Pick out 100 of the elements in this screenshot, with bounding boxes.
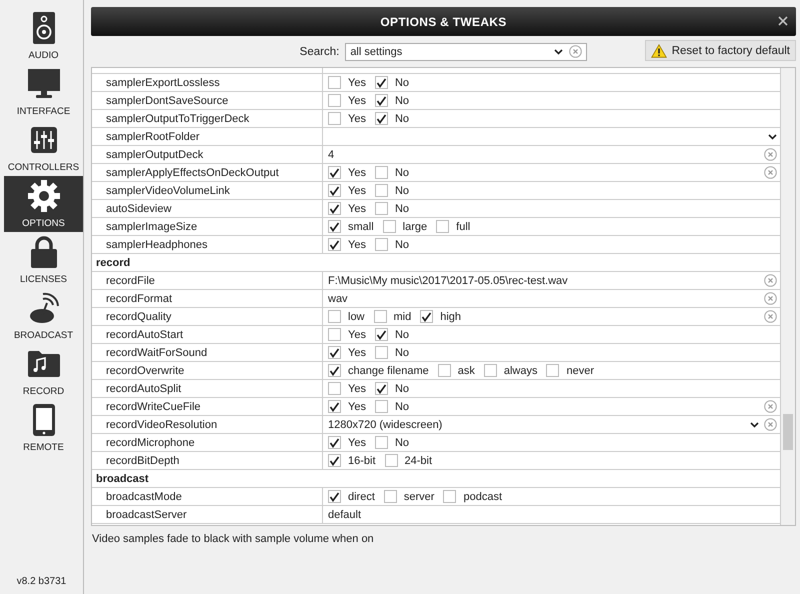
- checkbox[interactable]: [374, 346, 388, 359]
- option-label: No: [394, 400, 410, 412]
- checkbox[interactable]: [420, 310, 434, 323]
- checkbox[interactable]: [374, 166, 388, 179]
- option-label: server: [404, 490, 434, 502]
- checkbox[interactable]: [546, 364, 560, 377]
- clear-icon[interactable]: [764, 166, 777, 179]
- checkbox[interactable]: [328, 238, 341, 251]
- checkbox[interactable]: [328, 76, 341, 89]
- chevron-down-icon[interactable]: [750, 422, 759, 428]
- option-label: high: [440, 310, 462, 322]
- setting-name: recordQuality: [92, 308, 323, 325]
- option-label: No: [394, 328, 410, 340]
- checkbox[interactable]: [374, 400, 388, 413]
- tablet-icon: [32, 404, 54, 436]
- checkbox[interactable]: [328, 364, 341, 377]
- option-label: Yes: [348, 202, 366, 214]
- checkbox[interactable]: [374, 76, 388, 89]
- clear-icon[interactable]: [569, 45, 582, 58]
- checkbox[interactable]: [382, 220, 396, 233]
- option-label: small: [348, 220, 374, 232]
- setting-value[interactable]: default: [328, 508, 362, 520]
- checkbox[interactable]: [328, 490, 341, 503]
- scrollbar[interactable]: [781, 68, 795, 525]
- option-label: Yes: [348, 346, 366, 358]
- clear-icon[interactable]: [764, 148, 777, 161]
- sidebar-tab[interactable]: REMOTE: [4, 400, 83, 456]
- clear-icon[interactable]: [764, 274, 777, 287]
- checkbox[interactable]: [328, 202, 341, 215]
- checkbox[interactable]: [374, 202, 388, 215]
- checkbox[interactable]: [328, 94, 341, 107]
- checkbox[interactable]: [374, 328, 388, 341]
- search-dropdown[interactable]: all settings: [345, 42, 588, 60]
- option-label: 24-bit: [404, 454, 432, 466]
- checkbox[interactable]: [328, 310, 341, 323]
- checkbox[interactable]: [384, 490, 397, 503]
- checkbox[interactable]: [328, 184, 341, 197]
- setting-name: samplerImageSize: [92, 218, 323, 235]
- setting-name: autoSideview: [92, 200, 323, 217]
- checkbox[interactable]: [328, 328, 341, 341]
- checkbox[interactable]: [484, 364, 497, 377]
- section-header: record: [92, 254, 780, 272]
- checkbox[interactable]: [328, 400, 341, 413]
- checkbox[interactable]: [374, 184, 388, 197]
- sidebar-tab[interactable]: AUDIO: [4, 8, 83, 64]
- sidebar-tab[interactable]: CONTROLLERS: [4, 120, 83, 176]
- warning-icon: [650, 44, 667, 58]
- reset-button[interactable]: Reset to factory default: [644, 40, 796, 61]
- setting-name: samplerOutputDeck: [92, 146, 323, 163]
- option-label: No: [394, 184, 410, 196]
- setting-name: recordMicrophone: [92, 434, 323, 451]
- option-label: never: [566, 364, 594, 376]
- checkbox[interactable]: [374, 112, 388, 125]
- checkbox[interactable]: [374, 382, 388, 395]
- setting-description: Video samples fade to black with sample volume when on: [91, 532, 375, 545]
- clear-icon[interactable]: [764, 400, 777, 413]
- checkbox[interactable]: [374, 436, 388, 449]
- checkbox[interactable]: [328, 220, 341, 233]
- checkbox[interactable]: [436, 220, 450, 233]
- clear-icon[interactable]: [764, 292, 777, 305]
- setting-value[interactable]: 4: [328, 148, 334, 160]
- setting-name: broadcastServer: [92, 506, 323, 523]
- chevron-down-icon[interactable]: [554, 48, 564, 54]
- setting-name: recordOverwrite: [92, 362, 323, 379]
- option-label: Yes: [348, 112, 366, 124]
- sidebar-tab[interactable]: OPTIONS: [4, 176, 83, 232]
- option-label: full: [456, 220, 470, 232]
- option-label: Yes: [348, 436, 366, 448]
- checkbox[interactable]: [328, 382, 341, 395]
- sidebar-tab[interactable]: BROADCAST: [4, 288, 83, 344]
- setting-name: samplerApplyEffectsOnDeckOutput: [92, 164, 323, 181]
- checkbox[interactable]: [438, 364, 451, 377]
- option-label: Yes: [348, 94, 366, 106]
- checkbox[interactable]: [328, 346, 341, 359]
- checkbox[interactable]: [374, 94, 388, 107]
- close-icon[interactable]: [778, 16, 788, 26]
- checkbox[interactable]: [328, 166, 341, 179]
- monitor-icon: [28, 69, 60, 99]
- sidebar-tab[interactable]: INTERFACE: [4, 64, 83, 120]
- clear-icon[interactable]: [764, 310, 777, 323]
- checkbox[interactable]: [328, 112, 341, 125]
- checkbox[interactable]: [384, 454, 398, 467]
- setting-name: recordWaitForSound: [92, 344, 323, 361]
- checkbox[interactable]: [374, 310, 387, 323]
- sidebar-tab[interactable]: LICENSES: [4, 232, 83, 288]
- checkbox[interactable]: [443, 490, 456, 503]
- clear-icon[interactable]: [764, 418, 777, 431]
- setting-name: recordWriteCueFile: [92, 398, 323, 415]
- checkbox[interactable]: [374, 238, 388, 251]
- option-label: No: [394, 382, 410, 394]
- dropdown-value[interactable]: 1280x720 (widescreen): [328, 418, 442, 430]
- option-label: No: [394, 202, 410, 214]
- setting-value[interactable]: wav: [328, 292, 348, 304]
- setting-value[interactable]: F:\Music\My music\2017\2017-05.05\rec-test.wav: [328, 274, 568, 286]
- checkbox[interactable]: [328, 454, 341, 467]
- option-label: large: [402, 220, 428, 232]
- setting-name: samplerExportLossless: [92, 74, 323, 91]
- checkbox[interactable]: [328, 436, 341, 449]
- sidebar-tab[interactable]: RECORD: [4, 344, 83, 400]
- chevron-down-icon[interactable]: [768, 134, 777, 140]
